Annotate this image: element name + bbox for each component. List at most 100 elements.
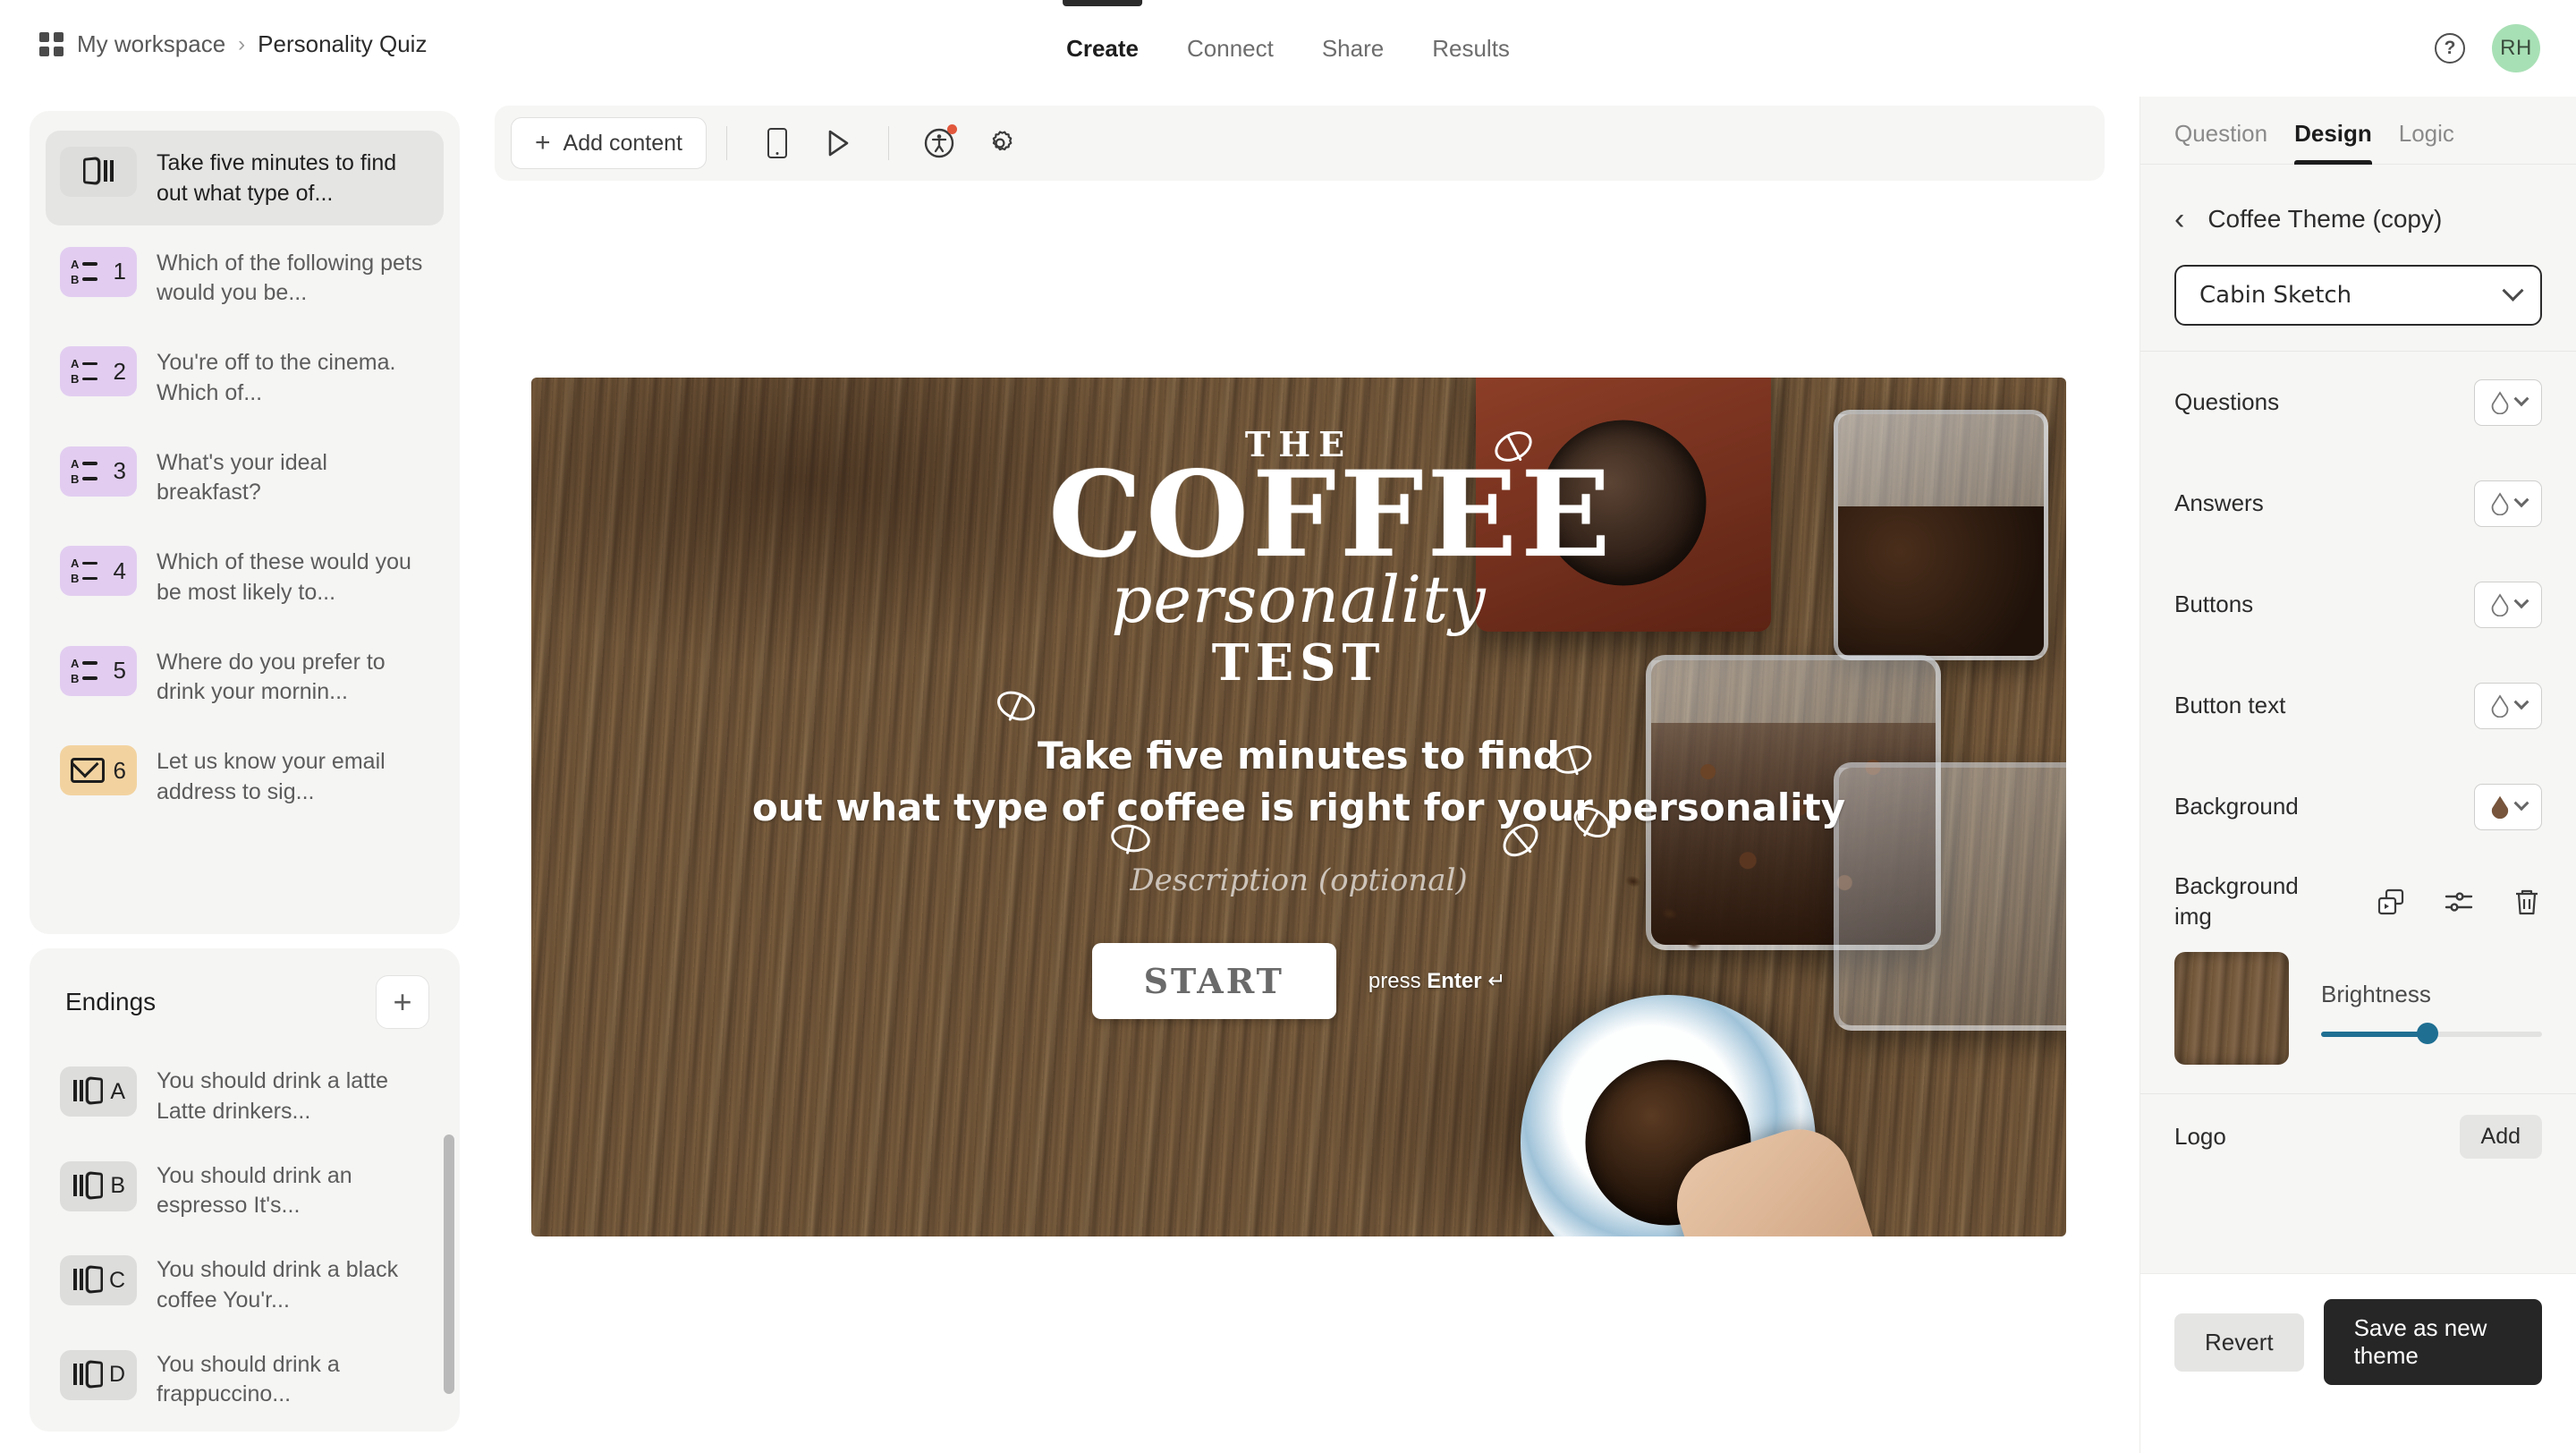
welcome-headline[interactable]: Take five minutes to find out what type … <box>752 730 1845 834</box>
droplet-icon <box>2491 592 2508 616</box>
breadcrumb: My workspace › Personality Quiz <box>39 30 427 58</box>
help-icon[interactable]: ? <box>2435 33 2465 64</box>
question-type-badge-email: 6 <box>60 745 137 795</box>
add-ending-button[interactable]: + <box>376 975 429 1029</box>
logo-label: Logo <box>2174 1122 2226 1150</box>
ending-letter: C <box>108 1267 125 1293</box>
question-list-item-1[interactable]: AB 1 Which of the following pets would y… <box>46 231 444 326</box>
logo-row: Logo Add <box>2140 1092 2576 1179</box>
question-number: 5 <box>113 657 126 684</box>
description-placeholder[interactable]: Description (optional) <box>1130 862 1467 898</box>
multiple-choice-icon: AB <box>71 458 106 485</box>
color-row-questions: Questions <box>2140 352 2576 453</box>
question-label: Which of the following pets would you be… <box>157 250 423 306</box>
question-label: Where do you prefer to drink your mornin… <box>157 649 386 705</box>
chevron-down-icon <box>2513 592 2529 608</box>
workspace-grid-icon[interactable] <box>39 31 64 57</box>
ending-screen-icon <box>72 1170 104 1201</box>
start-button[interactable]: START <box>1091 943 1336 1020</box>
color-swatch-button-text[interactable] <box>2474 682 2542 729</box>
tab-design[interactable]: Design <box>2294 120 2372 165</box>
multiple-choice-icon: AB <box>71 358 106 385</box>
color-swatch-background[interactable] <box>2474 783 2542 830</box>
tab-share[interactable]: Share <box>1318 0 1387 97</box>
design-panel-footer: Revert Save as new theme <box>2140 1274 2576 1410</box>
color-row-label: Background <box>2174 793 2299 820</box>
tab-results[interactable]: Results <box>1428 0 1513 97</box>
mobile-preview-icon[interactable] <box>756 122 799 165</box>
logo-personality: personality <box>1111 562 1487 638</box>
chevron-down-icon <box>2513 491 2529 507</box>
color-row-label: Questions <box>2174 388 2280 415</box>
question-label: Let us know your email address to sig... <box>157 749 386 804</box>
question-list-item-welcome[interactable]: Take five minutes to find out what type … <box>46 131 444 225</box>
add-content-button[interactable]: + Add content <box>511 117 707 169</box>
question-list-item-2[interactable]: AB 2 You're off to the cinema. Which of.… <box>46 330 444 425</box>
breadcrumb-separator: › <box>238 31 246 56</box>
question-number: 6 <box>113 756 126 784</box>
ending-list-item-d[interactable]: D You should drink a frappuccino... <box>46 1338 444 1423</box>
questions-panel: Take five minutes to find out what type … <box>30 111 460 934</box>
question-type-badge-choice: AB 3 <box>60 446 137 497</box>
color-row-label: Answers <box>2174 489 2264 516</box>
question-type-badge-choice: AB 4 <box>60 546 137 596</box>
add-logo-button[interactable]: Add <box>2459 1114 2542 1159</box>
question-number: 2 <box>113 357 126 385</box>
coffee-bean-icon <box>992 685 1040 726</box>
question-list-item-3[interactable]: AB 3 What's your ideal breakfast? <box>46 430 444 525</box>
settings-gear-icon[interactable] <box>979 122 1021 165</box>
ending-list-item-b[interactable]: B You should drink an espresso It's... <box>46 1149 444 1235</box>
background-image-label: Background img <box>2174 872 2299 930</box>
top-bar: My workspace › Personality Quiz Create C… <box>0 0 2576 97</box>
question-label: You're off to the cinema. Which of... <box>157 350 396 405</box>
replace-image-icon[interactable] <box>2376 887 2406 917</box>
ending-letter: A <box>110 1078 125 1104</box>
ending-list-item-a[interactable]: A You should drink a latte Latte drinker… <box>46 1054 444 1140</box>
endings-scrollbar[interactable] <box>444 1134 454 1394</box>
coffee-logo: THE COFFEE personality TEST <box>992 424 1616 863</box>
tab-question[interactable]: Question <box>2174 120 2267 164</box>
background-image-thumbnail[interactable] <box>2174 951 2289 1065</box>
multiple-choice-icon: AB <box>71 557 106 584</box>
design-panel-body: ‹ Coffee Theme (copy) Cabin Sketch Quest… <box>2140 165 2576 1274</box>
color-swatch-buttons[interactable] <box>2474 581 2542 628</box>
delete-trash-icon[interactable] <box>2512 887 2542 917</box>
breadcrumb-form-title[interactable]: Personality Quiz <box>258 30 427 58</box>
hero-content: THE COFFEE personality TEST Take five mi… <box>531 378 2066 1236</box>
question-number: 4 <box>113 557 126 584</box>
question-list-item-5[interactable]: AB 5 Where do you prefer to drink your m… <box>46 630 444 725</box>
color-row-buttons: Buttons <box>2140 554 2576 655</box>
ending-label: You should drink an espresso It's... <box>157 1162 352 1219</box>
ending-screen-icon <box>72 1264 104 1295</box>
headline-line-1: Take five minutes to find <box>1038 734 1560 778</box>
ending-label: You should drink a frappuccino... <box>157 1351 340 1407</box>
revert-button[interactable]: Revert <box>2174 1313 2304 1372</box>
tab-create[interactable]: Create <box>1063 0 1142 97</box>
play-preview-icon[interactable] <box>817 122 860 165</box>
color-swatch-questions[interactable] <box>2474 378 2542 426</box>
chevron-down-icon <box>2513 693 2529 710</box>
question-list-item-4[interactable]: AB 4 Which of these would you be most li… <box>46 530 444 625</box>
tab-logic[interactable]: Logic <box>2399 120 2454 164</box>
brightness-slider[interactable] <box>2321 1023 2542 1045</box>
slider-thumb[interactable] <box>2416 1023 2438 1045</box>
ending-badge: B <box>60 1160 137 1211</box>
color-swatch-answers[interactable] <box>2474 480 2542 527</box>
avatar[interactable]: RH <box>2492 24 2540 72</box>
color-row-answers: Answers <box>2140 453 2576 554</box>
question-list-item-6[interactable]: 6 Let us know your email address to sig.… <box>46 729 444 824</box>
save-as-new-theme-button[interactable]: Save as new theme <box>2323 1299 2542 1385</box>
back-chevron-icon[interactable]: ‹ <box>2174 204 2184 234</box>
email-icon <box>71 758 105 783</box>
question-type-badge-welcome <box>60 147 137 197</box>
tab-connect[interactable]: Connect <box>1183 0 1277 97</box>
ending-list-item-c[interactable]: C You should drink a black coffee You'r.… <box>46 1243 444 1329</box>
color-settings: Questions Answers Buttons Button text Ba… <box>2140 351 2576 857</box>
breadcrumb-workspace[interactable]: My workspace <box>77 30 225 58</box>
form-preview-canvas[interactable]: THE COFFEE personality TEST Take five mi… <box>531 378 2066 1236</box>
ending-label: You should drink a latte Latte drinkers.… <box>157 1068 388 1124</box>
adjust-sliders-icon[interactable] <box>2444 887 2474 917</box>
accessibility-icon[interactable] <box>918 122 961 165</box>
endings-list: A You should drink a latte Latte drinker… <box>30 1045 460 1432</box>
font-select[interactable]: Cabin Sketch <box>2174 265 2542 326</box>
